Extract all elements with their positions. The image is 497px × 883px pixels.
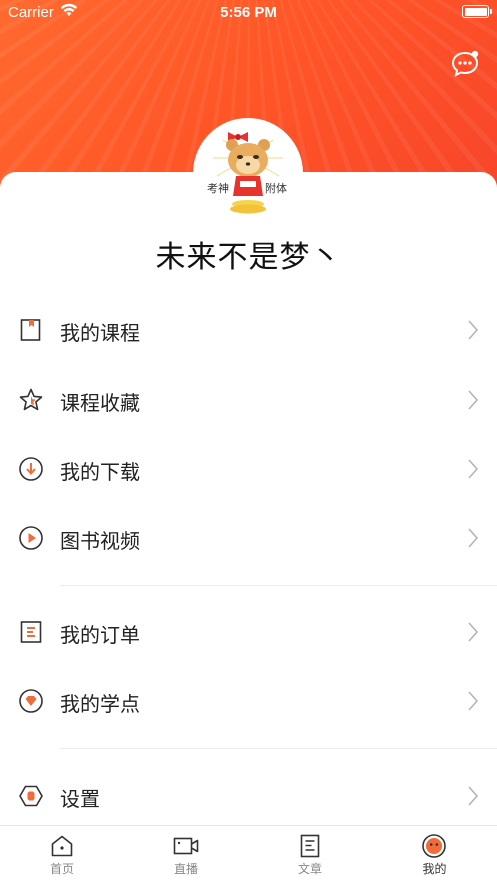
chevron-right-icon	[468, 320, 479, 340]
chevron-right-icon	[468, 459, 479, 479]
tab-live[interactable]: 直播	[124, 826, 248, 883]
status-bar: Carrier 5:56 PM	[0, 0, 497, 26]
chevron-right-icon	[468, 528, 479, 548]
tab-label-live: 直播	[173, 862, 198, 876]
avatar[interactable]: 考神 附体	[193, 118, 303, 228]
mascot-image: 考神 附体	[207, 132, 287, 214]
tab-label-mine: 我的	[422, 862, 447, 876]
star-icon	[19, 388, 43, 411]
section-divider	[60, 585, 497, 586]
download-icon	[19, 457, 43, 481]
home-icon	[51, 835, 73, 857]
menu-label-settings: 设置	[60, 787, 100, 811]
avatar-text-right: 附体	[265, 181, 287, 195]
menu-label-downloads: 我的下载	[60, 460, 140, 484]
menu-label-points: 我的学点	[60, 692, 140, 716]
chevron-right-icon	[468, 691, 479, 711]
tab-home[interactable]: 首页	[0, 826, 124, 883]
play-icon	[19, 526, 43, 550]
menu-item-favorites[interactable]: 课程收藏	[0, 370, 497, 430]
menu-item-my-courses[interactable]: 我的课程	[0, 300, 497, 360]
diamond-points-icon	[19, 689, 43, 713]
menu-item-downloads[interactable]: 我的下载	[0, 439, 497, 499]
message-icon[interactable]	[449, 48, 481, 80]
menu-label-my-courses: 我的课程	[60, 321, 140, 345]
clock: 5:56 PM	[220, 4, 277, 21]
settings-hexagon-icon	[19, 785, 43, 807]
menu-label-book-videos: 图书视频	[60, 529, 140, 553]
username: 未来不是梦丶	[155, 240, 342, 275]
order-list-icon	[20, 621, 42, 643]
menu-item-orders[interactable]: 我的订单	[0, 602, 497, 662]
battery-icon	[462, 5, 492, 18]
tab-bar: 首页 直播 文章 我的	[0, 825, 497, 883]
chevron-right-icon	[468, 786, 479, 806]
tab-label-articles: 文章	[297, 862, 322, 876]
tab-mine[interactable]: 我的	[372, 826, 497, 883]
menu-item-book-videos[interactable]: 图书视频	[0, 508, 497, 568]
menu-label-favorites: 课程收藏	[60, 391, 140, 415]
menu-item-points[interactable]: 我的学点	[0, 671, 497, 731]
video-camera-icon	[173, 837, 199, 855]
tab-articles[interactable]: 文章	[248, 826, 372, 883]
menu-label-orders: 我的订单	[60, 623, 140, 647]
tab-label-home: 首页	[49, 862, 74, 876]
section-divider	[60, 748, 497, 749]
chevron-right-icon	[468, 622, 479, 642]
menu-item-settings[interactable]: 设置	[0, 766, 497, 826]
profile-face-icon	[422, 834, 446, 858]
chevron-right-icon	[468, 390, 479, 410]
book-icon	[20, 319, 41, 341]
document-icon	[300, 834, 320, 858]
avatar-text-left: 考神	[207, 181, 229, 195]
